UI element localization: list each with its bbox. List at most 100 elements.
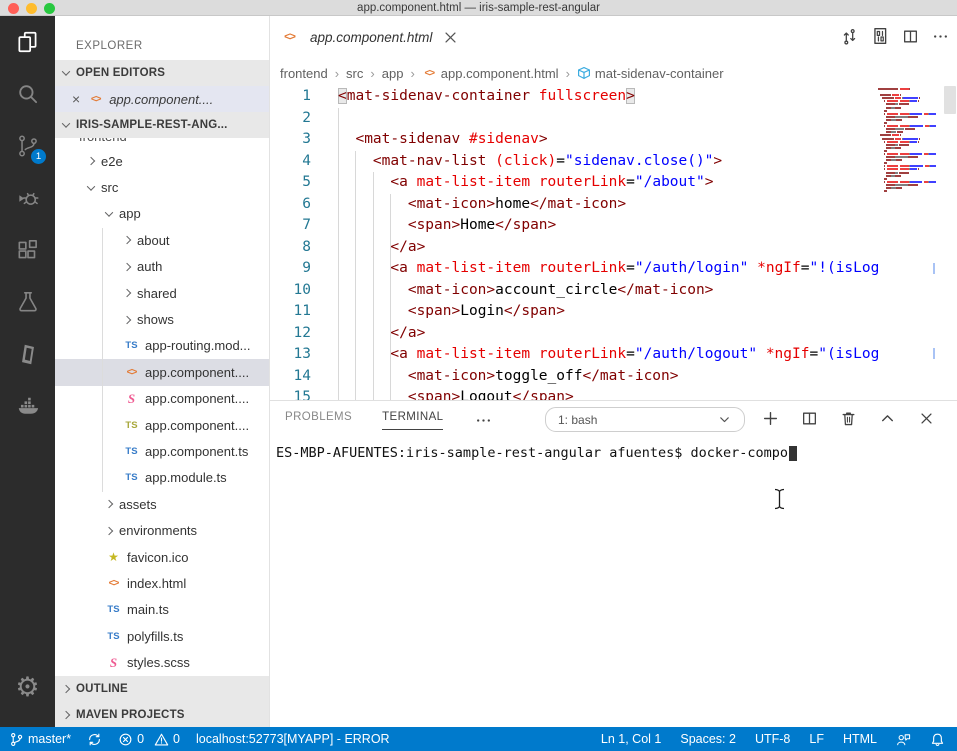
code-line-5[interactable]: 5 <a mat-list-item routerLink="/about">: [270, 172, 878, 194]
settings-gear-icon[interactable]: ⚙: [0, 661, 55, 713]
status-bar: master*00localhost:52773[MYAPP] - ERROR …: [0, 727, 957, 751]
code-line-3[interactable]: 3 <mat-sidenav #sidenav>: [270, 129, 878, 151]
status-spaces-2[interactable]: Spaces: 2: [680, 732, 736, 746]
search-icon[interactable]: [0, 68, 55, 120]
window-zoom-button[interactable]: [44, 3, 55, 14]
tree-file-app-component-[interactable]: <>app.component....: [55, 359, 270, 385]
code-line-2[interactable]: 2: [270, 108, 878, 130]
code-line-1[interactable]: 1<mat-sidenav-container fullscreen>: [270, 86, 878, 108]
tab-close-icon[interactable]: [442, 29, 459, 46]
minimap[interactable]: [878, 88, 940, 193]
kill-terminal-icon[interactable]: [840, 410, 857, 427]
tree-file-app-component-[interactable]: Sapp.component....: [55, 386, 270, 412]
split-editor-icon[interactable]: [902, 28, 919, 45]
panel-more-tabs-icon[interactable]: [475, 412, 492, 429]
code-line-7[interactable]: 7 <span>Home</span>: [270, 215, 878, 237]
outline-section-header[interactable]: OUTLINE: [55, 676, 270, 702]
status-0[interactable]: 0: [154, 732, 180, 747]
scss-file-icon: S: [124, 391, 139, 407]
maven-projects-section-header[interactable]: MAVEN PROJECTS: [55, 702, 270, 727]
status-feedback[interactable]: [896, 732, 911, 747]
code-line-10[interactable]: 10 <mat-icon>account_circle</mat-icon>: [270, 280, 878, 302]
tree-item-label: index.html: [127, 576, 186, 591]
status-utf-8[interactable]: UTF-8: [755, 732, 790, 746]
breadcrumb-item-app[interactable]: app: [382, 66, 404, 81]
status-0[interactable]: 0: [118, 732, 144, 747]
project-section-header[interactable]: IRIS-SAMPLE-REST-ANG...: [55, 112, 270, 138]
editor-scrollbar-thumb[interactable]: [944, 86, 956, 114]
terminal-shell-select[interactable]: 1: bash: [545, 407, 745, 432]
tree-folder-src[interactable]: src: [55, 174, 270, 200]
open-editors-section-header[interactable]: OPEN EDITORS: [55, 60, 270, 86]
test-flask-icon[interactable]: [0, 276, 55, 328]
status-html[interactable]: HTML: [843, 732, 877, 746]
objectscript-icon[interactable]: [0, 328, 55, 380]
tree-file-favicon-ico[interactable]: ★favicon.ico: [55, 544, 270, 570]
tree-file-app-module-ts[interactable]: TSapp.module.ts: [55, 465, 270, 491]
tree-folder-app[interactable]: app: [55, 201, 270, 227]
tree-file-polyfills-ts[interactable]: TSpolyfills.ts: [55, 623, 270, 649]
breadcrumb-item-src[interactable]: src: [346, 66, 363, 81]
breadcrumb-item-frontend[interactable]: frontend: [280, 66, 328, 81]
code-line-12[interactable]: 12 </a>: [270, 323, 878, 345]
tree-folder-shared[interactable]: shared: [55, 280, 270, 306]
code-line-14[interactable]: 14 <mat-icon>toggle_off</mat-icon>: [270, 366, 878, 388]
open-editor-item[interactable]: × <> app.component....: [55, 86, 270, 112]
tree-file-app-component-ts[interactable]: TSapp.component.ts: [55, 438, 270, 464]
split-terminal-icon[interactable]: [801, 410, 818, 427]
status-bell[interactable]: [930, 732, 945, 747]
code-line-8[interactable]: 8 </a>: [270, 237, 878, 259]
breadcrumb-item-app-component-html[interactable]: <>app.component.html: [422, 66, 559, 81]
tree-item-label: app.module.ts: [145, 470, 227, 485]
explorer-icon[interactable]: [0, 16, 55, 68]
code-line-15[interactable]: 15 <span>Logout</span>: [270, 387, 878, 400]
panel-tab-problems[interactable]: PROBLEMS: [285, 411, 352, 429]
tree-folder-auth[interactable]: auth: [55, 254, 270, 280]
status-ln-1-col-1[interactable]: Ln 1, Col 1: [601, 732, 661, 746]
code-line-9[interactable]: 9 <a mat-list-item routerLink="/auth/log…: [270, 258, 878, 280]
branch-icon: [9, 732, 24, 747]
open-changes-icon[interactable]: [841, 28, 858, 45]
status-sync[interactable]: [87, 732, 102, 747]
clipped-tree-item[interactable]: frontend: [55, 138, 270, 148]
panel-tab-terminal[interactable]: TERMINAL: [382, 411, 443, 430]
code-line-13[interactable]: 13 <a mat-list-item routerLink="/auth/lo…: [270, 344, 878, 366]
tree-folder-about[interactable]: about: [55, 227, 270, 253]
tree-file-main-ts[interactable]: TSmain.ts: [55, 597, 270, 623]
terminal-content[interactable]: ES-MBP-AFUENTES:iris-sample-rest-angular…: [276, 445, 797, 461]
code-line-6[interactable]: 6 <mat-icon>home</mat-icon>: [270, 194, 878, 216]
code-area[interactable]: 1<mat-sidenav-container fullscreen>23 <m…: [270, 86, 878, 400]
tree-file-index-html[interactable]: <>index.html: [55, 570, 270, 596]
more-actions-icon[interactable]: [932, 28, 949, 45]
window-minimize-button[interactable]: [26, 3, 37, 14]
source-control-icon[interactable]: 1: [0, 120, 55, 172]
extensions-icon[interactable]: [0, 224, 55, 276]
tree-file-styles-scss[interactable]: Sstyles.scss: [55, 649, 270, 675]
tab-app-component-html[interactable]: <> app.component.html: [270, 16, 469, 58]
close-panel-icon[interactable]: [918, 410, 935, 427]
binary-file-icon[interactable]: [871, 27, 889, 45]
scss-file-icon: S: [106, 655, 121, 671]
tree-folder-shows[interactable]: shows: [55, 306, 270, 332]
tree-file-app-component-[interactable]: TSapp.component....: [55, 412, 270, 438]
status-master[interactable]: master*: [9, 732, 71, 747]
line-number: 15: [270, 387, 311, 400]
docker-icon[interactable]: [0, 380, 55, 432]
close-icon[interactable]: ×: [72, 91, 80, 107]
window-close-button[interactable]: [8, 3, 19, 14]
code-line-4[interactable]: 4 <mat-nav-list (click)="sidenav.close()…: [270, 151, 878, 173]
debug-icon[interactable]: [0, 172, 55, 224]
tree-folder-environments[interactable]: environments: [55, 517, 270, 543]
code-line-11[interactable]: 11 <span>Login</span>: [270, 301, 878, 323]
overview-ruler-mark: [933, 348, 935, 359]
tree-folder-assets[interactable]: assets: [55, 491, 270, 517]
line-number: 10: [270, 280, 311, 302]
breadcrumb-item-mat-sidenav-container[interactable]: mat-sidenav-container: [577, 66, 724, 81]
tree-file-app-routing-mod-[interactable]: TSapp-routing.mod...: [55, 333, 270, 359]
new-terminal-icon[interactable]: [762, 410, 779, 427]
tree-folder-e2e[interactable]: e2e: [55, 148, 270, 174]
status-localhost-52773-myapp-error[interactable]: localhost:52773[MYAPP] - ERROR: [196, 732, 390, 746]
maximize-panel-icon[interactable]: [879, 410, 896, 427]
status-lf[interactable]: LF: [809, 732, 824, 746]
tree-item-label: polyfills.ts: [127, 629, 183, 644]
